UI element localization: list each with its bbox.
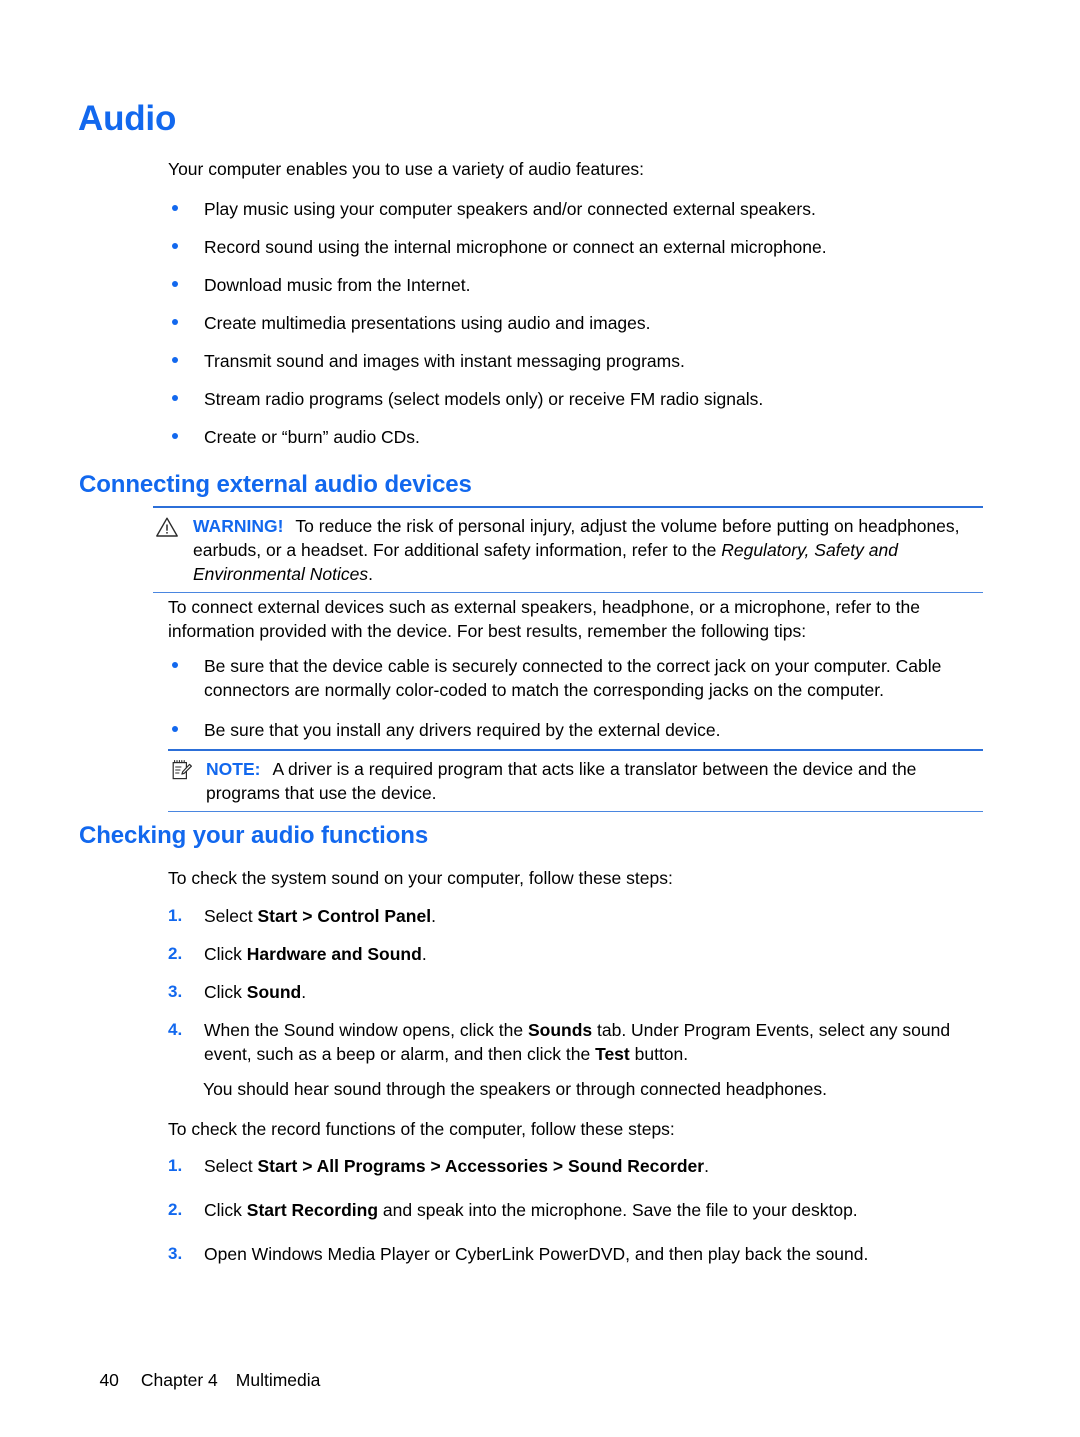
warning-keyword: WARNING! xyxy=(193,516,284,536)
document-page: Audio Your computer enables you to use a… xyxy=(0,0,1080,1437)
list-item: 1. Select Start > All Programs > Accesso… xyxy=(168,1154,983,1178)
list-item: Stream radio programs (select models onl… xyxy=(168,387,983,411)
bullet-dot-icon xyxy=(172,726,178,732)
list-item: Record sound using the internal micropho… xyxy=(168,235,983,259)
step-text-run: . xyxy=(704,1156,709,1176)
list-item: Download music from the Internet. xyxy=(168,273,983,297)
connecting-paragraph: To connect external devices such as exte… xyxy=(168,597,920,641)
ui-element-name: Sounds xyxy=(527,1020,593,1040)
list-item-text: Download music from the Internet. xyxy=(204,275,471,295)
step-text-run: Click xyxy=(204,1200,247,1220)
step-number: 1. xyxy=(168,1156,183,1175)
warning-text-part2: . xyxy=(368,564,373,584)
ui-element-name: Hardware and Sound xyxy=(246,944,422,964)
hear-sound-note: You should hear sound through the speake… xyxy=(203,1079,827,1099)
footer-page-number: 40 xyxy=(99,1370,119,1390)
list-item: 3. Click Sound. xyxy=(168,980,983,1004)
step-text-run: Open Windows Media Player or CyberLink P… xyxy=(204,1244,869,1264)
page-title: Audio xyxy=(78,99,177,138)
step-text-run: Click xyxy=(204,944,247,964)
step-number: 3. xyxy=(168,982,183,1001)
bullet-dot-icon xyxy=(172,662,178,668)
note-keyword: NOTE: xyxy=(206,759,261,779)
step-text-run: button. xyxy=(629,1044,689,1064)
warning-box: WARNING! To reduce the risk of personal i… xyxy=(153,506,983,593)
system-sound-steps-list: 1. Select Start > Control Panel. 2. Clic… xyxy=(168,904,983,1080)
bullet-dot-icon xyxy=(172,395,178,401)
list-item-text: Record sound using the internal micropho… xyxy=(204,237,827,257)
bullet-dot-icon xyxy=(172,319,178,325)
page-footer: 40 Chapter 4 Multimedia xyxy=(80,1347,320,1413)
step-text: When the Sound window opens, click the S… xyxy=(204,1020,950,1064)
system-sound-intro: To check the system sound on your comput… xyxy=(168,868,673,888)
list-item: 2. Click Start Recording and speak into … xyxy=(168,1198,983,1222)
list-item-text: Create multimedia presentations using au… xyxy=(204,313,651,333)
record-intro: To check the record functions of the com… xyxy=(168,1119,675,1139)
intro-paragraph: Your computer enables you to use a varie… xyxy=(168,159,645,179)
list-item: Create or “burn” audio CDs. xyxy=(168,425,983,449)
list-item-text: Transmit sound and images with instant m… xyxy=(204,351,685,371)
note-box: NOTE: A driver is a required program that… xyxy=(168,749,983,812)
list-item: Be sure that the device cable is securel… xyxy=(168,654,983,702)
ui-element-name: Start Recording xyxy=(246,1200,379,1220)
step-number: 2. xyxy=(168,944,183,963)
list-item: 1. Select Start > Control Panel. xyxy=(168,904,983,928)
step-text: Click Sound. xyxy=(204,982,306,1002)
note-rule-bottom xyxy=(168,811,983,812)
audio-features-list: Play music using your computer speakers … xyxy=(168,197,983,463)
ui-element-name: Test xyxy=(595,1044,630,1064)
record-steps-list: 1. Select Start > All Programs > Accesso… xyxy=(168,1154,983,1286)
section-heading-checking: Checking your audio functions xyxy=(79,822,429,849)
footer-chapter-title: Multimedia xyxy=(235,1370,321,1390)
ui-element-name: Start > Control Panel xyxy=(257,906,432,926)
step-number: 3. xyxy=(168,1244,183,1263)
step-text: Click Hardware and Sound. xyxy=(204,944,427,964)
step-text-run: When the Sound window opens, click the xyxy=(204,1020,528,1040)
step-text-run: Click xyxy=(204,982,247,1002)
note-text: A driver is a required program that acts… xyxy=(206,759,917,803)
step-number: 1. xyxy=(168,906,183,925)
step-number: 4. xyxy=(168,1020,183,1039)
ui-element-name: Sound xyxy=(246,982,302,1002)
step-text-run: and speak into the microphone. Save the … xyxy=(378,1200,858,1220)
note-pad-icon xyxy=(170,759,194,781)
bullet-dot-icon xyxy=(172,433,178,439)
step-text: Select Start > All Programs > Accessorie… xyxy=(204,1156,709,1176)
step-text-run: Select xyxy=(204,1156,258,1176)
step-text: Select Start > Control Panel. xyxy=(204,906,436,926)
list-item: Create multimedia presentations using au… xyxy=(168,311,983,335)
section-heading-connecting: Connecting external audio devices xyxy=(79,471,472,498)
list-item-text: Be sure that you install any drivers req… xyxy=(204,720,721,740)
list-item: 2. Click Hardware and Sound. xyxy=(168,942,983,966)
bullet-dot-icon xyxy=(172,357,178,363)
list-item: 3. Open Windows Media Player or CyberLin… xyxy=(168,1242,983,1266)
footer-chapter: Chapter 4 xyxy=(140,1370,218,1390)
step-text: Click Start Recording and speak into the… xyxy=(204,1200,858,1220)
warning-rule-bottom xyxy=(153,592,983,593)
list-item: 4. When the Sound window opens, click th… xyxy=(168,1018,983,1066)
bullet-dot-icon xyxy=(172,205,178,211)
step-number: 2. xyxy=(168,1200,183,1219)
step-text-run: Select xyxy=(204,906,258,926)
warning-body: WARNING! To reduce the risk of personal i… xyxy=(153,508,983,592)
list-item-text: Stream radio programs (select models onl… xyxy=(204,389,764,409)
list-item-text: Play music using your computer speakers … xyxy=(204,199,816,219)
list-item: Transmit sound and images with instant m… xyxy=(168,349,983,373)
step-text-run: . xyxy=(421,944,427,964)
list-item-text: Create or “burn” audio CDs. xyxy=(204,427,420,447)
bullet-dot-icon xyxy=(172,243,178,249)
ui-element-name: Start > All Programs > Accessories > Sou… xyxy=(257,1156,705,1176)
step-text-run: . xyxy=(431,906,436,926)
step-text: Open Windows Media Player or CyberLink P… xyxy=(204,1244,868,1264)
list-item: Be sure that you install any drivers req… xyxy=(168,718,983,742)
list-item: Play music using your computer speakers … xyxy=(168,197,983,221)
connection-tips-list: Be sure that the device cable is securel… xyxy=(168,654,983,758)
note-body: NOTE: A driver is a required program that… xyxy=(168,751,983,811)
list-item-text: Be sure that the device cable is securel… xyxy=(204,656,942,700)
warning-triangle-icon xyxy=(155,516,179,538)
step-text-run: . xyxy=(301,982,307,1002)
bullet-dot-icon xyxy=(172,281,178,287)
